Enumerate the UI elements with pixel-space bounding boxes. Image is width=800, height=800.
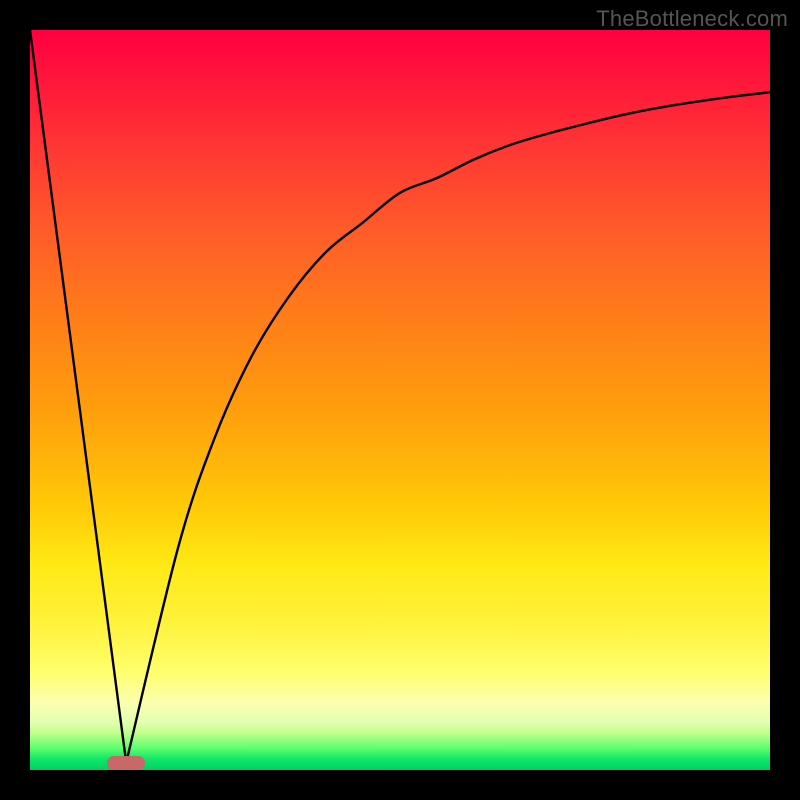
bottleneck-marker: [107, 756, 145, 770]
watermark-text: TheBottleneck.com: [596, 6, 788, 32]
plot-area: [30, 30, 770, 770]
curve-left-branch: [30, 30, 126, 763]
bottleneck-curve: [30, 30, 770, 770]
chart-frame: TheBottleneck.com: [0, 0, 800, 800]
curve-right-branch: [126, 92, 770, 762]
